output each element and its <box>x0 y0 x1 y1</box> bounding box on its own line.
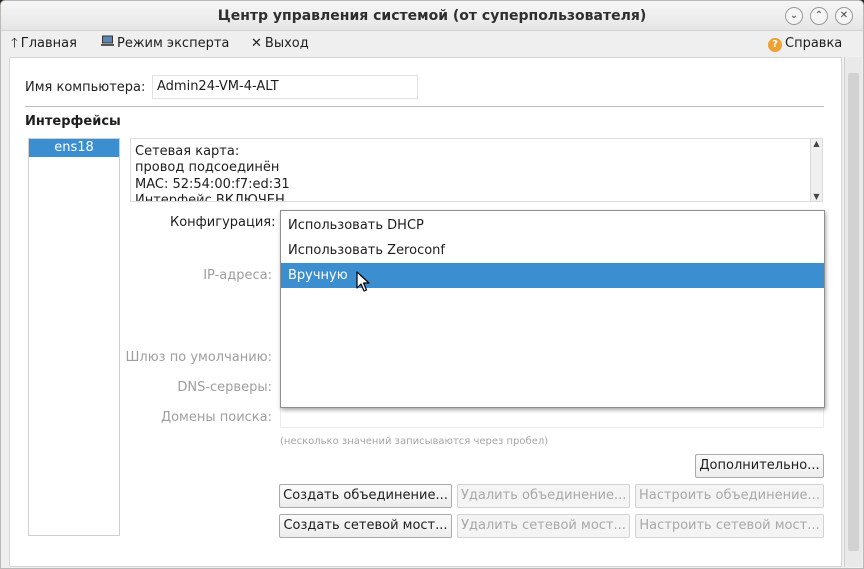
search-domains-input[interactable] <box>280 406 824 428</box>
expert-mode-button[interactable]: Режим эксперта <box>101 35 229 53</box>
create-bridge-button[interactable]: Создать сетевой мост... <box>279 514 452 538</box>
expert-mode-label: Режим эксперта <box>117 36 230 51</box>
search-hint: (несколько значений записываются через п… <box>280 436 549 447</box>
ip-label: IP-адреса: <box>203 268 272 283</box>
configure-bond-button[interactable]: Настроить объединение... <box>635 484 824 508</box>
configure-bridge-button[interactable]: Настроить сетевой мост... <box>635 514 824 538</box>
window-scrollbar[interactable] <box>844 57 862 567</box>
scroll-up-icon[interactable]: ▲ <box>811 139 822 148</box>
computer-name-input[interactable]: Admin24-VM-4-ALT <box>152 75 418 99</box>
help-button[interactable]: ? Справка <box>768 35 842 53</box>
close-button[interactable]: ✕ <box>835 7 853 25</box>
info-scrollbar[interactable]: ▲ ▼ <box>810 139 822 201</box>
main-window: Центр управления системой (от суперпольз… <box>0 0 864 569</box>
laptop-icon <box>101 35 114 53</box>
info-line: MAC: 52:54:00:f7:ed:31 <box>135 177 290 192</box>
content-panel: Имя компьютера: Admin24-VM-4-ALT Интерфе… <box>9 57 842 567</box>
window-title: Центр управления системой (от суперпольз… <box>217 8 647 24</box>
info-line: Сетевая карта: <box>135 144 240 159</box>
title-bar: Центр управления системой (от суперпольз… <box>1 1 863 31</box>
create-bond-button[interactable]: Создать объединение... <box>279 484 452 508</box>
arrow-up-icon: 🡑 <box>11 36 18 51</box>
maximize-button[interactable]: ⌃ <box>810 7 828 25</box>
minimize-button[interactable]: ⌄ <box>785 7 803 25</box>
interfaces-heading: Интерфейсы <box>25 114 121 129</box>
scrollbar-thumb[interactable] <box>848 73 859 551</box>
option-dhcp[interactable]: Использовать DHCP <box>281 213 824 238</box>
search-domains-label: Домены поиска: <box>160 410 272 425</box>
delete-bond-button[interactable]: Удалить объединение... <box>457 484 630 508</box>
separator <box>25 106 824 107</box>
exit-label: Выход <box>264 36 309 51</box>
help-icon: ? <box>768 38 782 52</box>
help-label: Справка <box>785 36 843 51</box>
interfaces-list[interactable]: ens18 <box>28 138 120 536</box>
option-zeroconf[interactable]: Использовать Zeroconf <box>281 238 824 263</box>
dns-label: DNS-серверы: <box>177 380 272 395</box>
advanced-button[interactable]: Дополнительно... <box>695 454 824 478</box>
config-dropdown-popup[interactable]: Использовать DHCP Использовать Zeroconf … <box>280 210 825 408</box>
interface-info: Сетевая карта: провод подсоединён MAC: 5… <box>130 138 823 202</box>
interface-item-ens18[interactable]: ens18 <box>29 139 119 157</box>
computer-name-label: Имя компьютера: <box>25 80 146 95</box>
exit-button[interactable]: ✕ Выход <box>251 35 309 53</box>
home-button[interactable]: 🡑 Главная <box>11 35 77 53</box>
info-line: провод подсоединён <box>135 160 280 175</box>
info-line: Интерфейс ВКЛЮЧЕН <box>135 193 285 202</box>
home-label: Главная <box>20 36 77 51</box>
mouse-cursor-icon <box>356 271 370 297</box>
exit-x-icon: ✕ <box>251 36 262 51</box>
scroll-down-icon[interactable]: ▼ <box>811 192 822 201</box>
config-label: Конфигурация: <box>170 215 276 230</box>
gateway-label: Шлюз по умолчанию: <box>125 350 272 365</box>
toolbar: 🡑 Главная Режим эксперта ✕ Выход ? Справка <box>1 31 863 57</box>
delete-bridge-button[interactable]: Удалить сетевой мост... <box>457 514 630 538</box>
